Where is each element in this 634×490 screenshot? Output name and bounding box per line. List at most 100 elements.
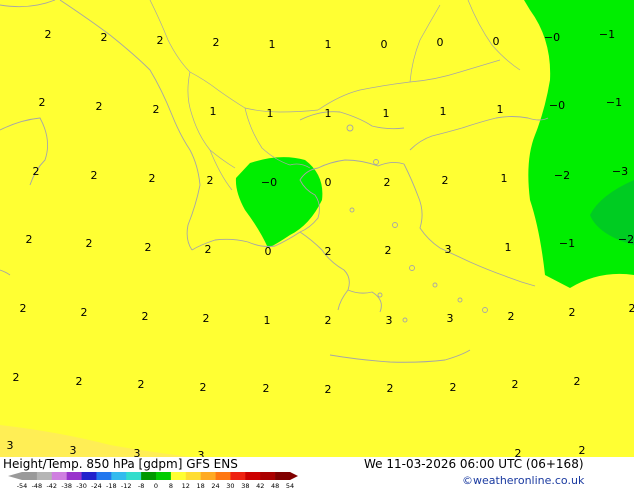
legend-tick-label: -54	[17, 482, 28, 490]
legend-swatch	[51, 472, 67, 480]
field-value-label: −2	[554, 169, 570, 182]
legend-swatch	[126, 472, 142, 480]
valid-datetime: We 11-03-2026 06:00 UTC (06+168)	[364, 457, 584, 471]
field-value-label: 2	[153, 103, 160, 116]
field-value-label: 0	[265, 245, 272, 258]
legend-swatch	[111, 472, 127, 480]
field-value-label: 2	[76, 375, 83, 388]
legend-swatch	[245, 472, 261, 480]
field-value-label: 2	[574, 375, 581, 388]
field-value-label: −0	[261, 176, 277, 189]
field-value-label: 2	[325, 314, 332, 327]
field-value-label: 2	[213, 36, 220, 49]
field-value-label: 2	[325, 245, 332, 258]
field-value-label: 1	[440, 105, 447, 118]
field-value-label: 2	[13, 371, 20, 384]
field-value-label: 3	[386, 314, 393, 327]
field-value-label: 3	[445, 243, 452, 256]
field-value-label: 2	[101, 31, 108, 44]
legend-tick-label: 38	[241, 482, 249, 490]
legend-swatches	[8, 472, 298, 480]
legend-swatch	[66, 472, 82, 480]
field-value-label: 2	[385, 244, 392, 257]
field-value-label: −0	[544, 31, 560, 44]
legend-tick-label: -8	[138, 482, 144, 490]
field-value-label: 1	[264, 314, 271, 327]
field-value-label: 0	[325, 176, 332, 189]
field-value-label: 2	[387, 382, 394, 395]
legend-tick-label: -30	[76, 482, 87, 490]
legend-swatch	[215, 472, 231, 480]
legend-tick-label: -38	[61, 482, 72, 490]
field-value-label: 2	[145, 241, 152, 254]
field-value-label: 1	[267, 107, 274, 120]
field-value-label: 2	[96, 100, 103, 113]
field-value-label: 2	[45, 28, 52, 41]
field-value-label: 2	[138, 378, 145, 391]
legend-swatch	[230, 472, 246, 480]
field-value-label: −1	[559, 237, 575, 250]
credit-link[interactable]: ©weatheronline.co.uk	[462, 474, 584, 487]
field-value-label: 2	[207, 174, 214, 187]
legend-swatch	[36, 472, 53, 480]
legend-tick-label: 8	[169, 482, 173, 490]
field-value-label: 1	[497, 103, 504, 116]
legend-tick-label: -12	[121, 482, 132, 490]
field-value-label: 2	[384, 176, 391, 189]
legend-tick-label: 30	[226, 482, 234, 490]
legend-swatch	[96, 472, 112, 480]
field-value-label: 1	[325, 38, 332, 51]
field-value-label: 2	[205, 243, 212, 256]
field-value-label: 0	[437, 36, 444, 49]
field-value-label: 2	[26, 233, 33, 246]
field-value-label: 3	[447, 312, 454, 325]
field-value-label: 3	[7, 439, 14, 452]
legend-swatch	[275, 472, 291, 480]
field-value-label: 1	[269, 38, 276, 51]
field-value-label: 2	[91, 169, 98, 182]
field-value-label: 2	[512, 378, 519, 391]
field-value-label: 2	[325, 383, 332, 396]
legend-swatch	[185, 472, 201, 480]
legend-swatch	[200, 472, 216, 480]
legend-swatch	[81, 472, 97, 480]
legend-tick-label: -18	[106, 482, 117, 490]
legend-swatch	[170, 472, 187, 480]
legend-tick-label: 24	[211, 482, 219, 490]
legend-swatch	[22, 472, 38, 480]
field-value-label: 2	[579, 444, 586, 457]
legend-tick-label: 48	[271, 482, 279, 490]
color-legend: -54 -48 -42 -38 -30 -24 -18 -12 -8 0 8 12 18 24 30 38 42…	[8, 472, 298, 490]
legend-arrow-right	[290, 472, 298, 480]
field-value-label: 2	[629, 302, 634, 315]
field-value-label: 3	[70, 444, 77, 457]
legend-tick-label: -48	[32, 482, 43, 490]
legend-swatch	[260, 472, 276, 480]
field-value-label: 0	[381, 38, 388, 51]
field-value-label: 2	[157, 34, 164, 47]
field-value-label: 1	[210, 105, 217, 118]
field-value-label: −0	[549, 99, 565, 112]
field-value-label: 2	[86, 237, 93, 250]
legend-swatch	[156, 472, 172, 480]
field-value-label: 2	[569, 306, 576, 319]
legend-tick-label: 42	[256, 482, 264, 490]
field-value-label: 1	[505, 241, 512, 254]
field-value-label: 2	[263, 382, 270, 395]
field-value-label: 0	[493, 35, 500, 48]
field-value-label: 2	[508, 310, 515, 323]
field-value-label: −1	[606, 96, 622, 109]
field-value-label: 1	[383, 107, 390, 120]
field-value-label: 2	[20, 302, 27, 315]
map-canvas: 2 2 2 2 1 1 0 0 0 −0 −1 2 2 2 1 1 1 1 1 1 −0 −1 2 2 2 2 −0 0 2 2 1 −2 −3…	[0, 0, 634, 490]
field-value-label: 1	[325, 107, 332, 120]
legend-tick-label: -24	[91, 482, 102, 490]
legend-tick-label: 0	[154, 482, 158, 490]
field-value-label: −3	[612, 165, 628, 178]
legend-tick-labels: -54 -48 -42 -38 -30 -24 -18 -12 -8 0 8 12 18 24 30 38 42…	[17, 482, 294, 490]
legend-arrow-left	[8, 472, 22, 480]
legend-tick-label: -42	[46, 482, 57, 490]
legend-tick-label: 18	[197, 482, 205, 490]
field-value-label: 2	[33, 165, 40, 178]
field-value-label: 2	[450, 381, 457, 394]
